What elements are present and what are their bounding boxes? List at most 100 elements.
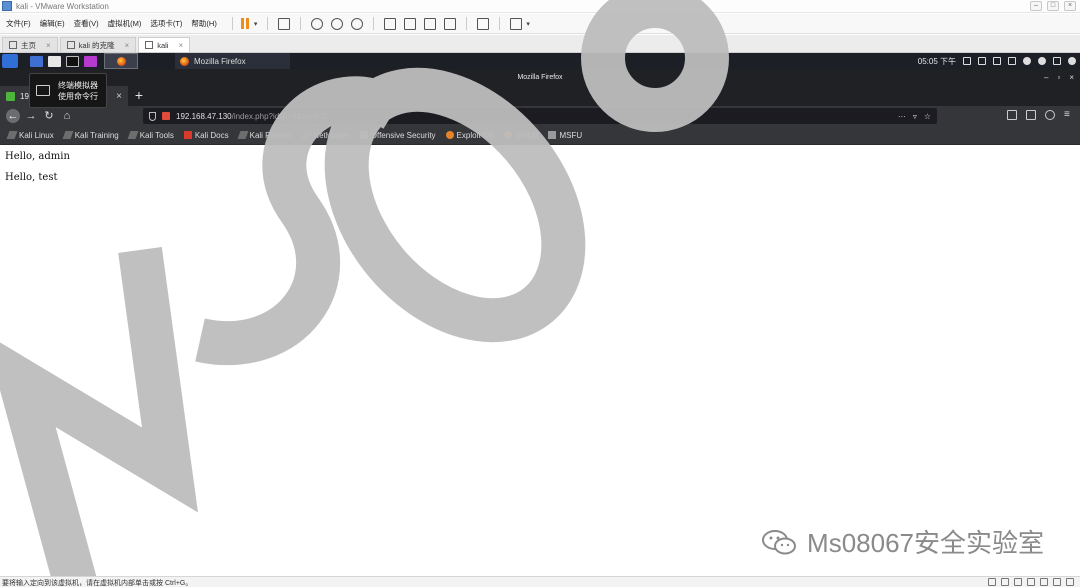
notification-icon[interactable]: [1023, 57, 1031, 65]
menu-tabs[interactable]: 选项卡(T): [150, 18, 182, 29]
close-icon[interactable]: ×: [1069, 69, 1074, 86]
show-desktop-icon[interactable]: [30, 55, 43, 67]
bookmark-kali-linux[interactable]: Kali Linux: [6, 131, 54, 140]
close-icon[interactable]: ×: [178, 41, 183, 50]
tab-kali[interactable]: kali ×: [138, 37, 191, 52]
pause-icon[interactable]: [240, 18, 251, 29]
display-icon[interactable]: [993, 57, 1001, 65]
send-keys-icon[interactable]: [278, 17, 291, 30]
snapshot-icon[interactable]: [311, 17, 324, 30]
stretch-guest-icon[interactable]: [510, 17, 523, 30]
bookmark-label: Kali Forums: [249, 130, 293, 140]
menu-file[interactable]: 文件(F): [6, 18, 31, 29]
stretch-dropdown-icon[interactable]: ▾: [526, 20, 530, 28]
volume-icon[interactable]: [1008, 57, 1016, 65]
menu-view[interactable]: 查看(V): [74, 18, 99, 29]
tab-home[interactable]: 主页 ×: [2, 37, 58, 52]
browser-launcher-icon[interactable]: [84, 55, 97, 67]
sidebar-icon[interactable]: [1026, 110, 1036, 120]
usb-icon[interactable]: [1027, 578, 1035, 586]
unity-icon[interactable]: [444, 17, 457, 30]
display-icon[interactable]: [1053, 578, 1061, 586]
bookmark-kali-docs[interactable]: Kali Docs: [183, 130, 229, 140]
url-text[interactable]: 192.168.47.130/index.php?ids[]=1&ids[]=2: [176, 112, 326, 121]
minimize-icon[interactable]: –: [1030, 1, 1042, 11]
tooltip-title: 终端模拟器: [58, 80, 98, 90]
firefox-launcher[interactable]: [104, 53, 138, 69]
tab-kali-clone[interactable]: kali 的克隆 ×: [59, 37, 137, 52]
lock-screen-icon[interactable]: [1053, 57, 1061, 65]
hamburger-menu-icon[interactable]: ≡: [1064, 110, 1074, 120]
back-icon[interactable]: ←: [6, 109, 20, 123]
toolbar-right-icons: ≡: [1007, 110, 1074, 120]
tracking-shield-icon[interactable]: [149, 111, 156, 121]
console-view-icon[interactable]: [477, 17, 490, 30]
power-icon[interactable]: [1038, 57, 1046, 65]
bookmark-nethunter[interactable]: NetHunter: [300, 131, 350, 140]
network-adapter-icon[interactable]: [1014, 578, 1022, 586]
firefox-title-bar: Mozilla Firefox – ▫ ×: [0, 69, 1080, 86]
bookmark-exploit-db[interactable]: Exploit-DB: [445, 131, 494, 140]
account-icon[interactable]: [1045, 110, 1055, 120]
thumbnail-bar-icon[interactable]: [404, 17, 417, 30]
close-icon[interactable]: ×: [46, 41, 51, 50]
taskbar-firefox-window[interactable]: Mozilla Firefox: [175, 53, 290, 69]
terminal-icon[interactable]: [66, 55, 79, 67]
greeting-line: Hello, test: [5, 172, 58, 183]
new-tab-icon[interactable]: +: [132, 86, 146, 106]
clock[interactable]: 05:05 下午: [918, 56, 956, 67]
minimize-icon[interactable]: –: [1044, 69, 1048, 86]
page-content: Hello, admin Hello, test: [0, 146, 1080, 576]
bookmark-kali-forums[interactable]: Kali Forums: [237, 130, 293, 140]
forward-icon[interactable]: →: [24, 109, 38, 123]
pocket-icon[interactable]: ▿: [913, 112, 917, 121]
maximize-icon[interactable]: ▫: [1057, 69, 1060, 86]
bookmark-label: Kali Docs: [194, 130, 229, 140]
close-icon[interactable]: ×: [1064, 1, 1076, 11]
close-icon[interactable]: ×: [125, 41, 130, 50]
maximize-icon[interactable]: □: [1047, 1, 1059, 11]
window-title: kali - VMware Workstation: [16, 1, 109, 11]
show-library-icon[interactable]: [384, 17, 397, 30]
hard-disk-icon[interactable]: [988, 578, 996, 586]
menu-edit[interactable]: 编辑(E): [40, 18, 65, 29]
bookmark-label: Kali Training: [74, 130, 119, 140]
kali-menu-icon[interactable]: [2, 54, 18, 68]
bookmark-ghdb[interactable]: GHDB: [504, 131, 538, 140]
msfu-icon: [548, 131, 557, 139]
page-actions-icon[interactable]: ···: [898, 112, 906, 121]
kali-dragon-icon: [237, 131, 249, 139]
workspace-icon[interactable]: [963, 57, 971, 65]
close-tab-icon[interactable]: ×: [116, 91, 122, 102]
home-icon[interactable]: ⌂: [60, 109, 74, 123]
bookmark-label: MSFU: [559, 130, 583, 140]
logout-icon[interactable]: [1068, 57, 1076, 65]
device-status-icons: [988, 578, 1074, 586]
url-bar[interactable]: 192.168.47.130/index.php?ids[]=1&ids[]=2…: [143, 108, 937, 124]
bookmark-kali-training[interactable]: Kali Training: [62, 130, 119, 140]
menu-vm[interactable]: 虚拟机(M): [108, 18, 142, 29]
bookmark-kali-tools[interactable]: Kali Tools: [127, 130, 174, 140]
bookmark-msfu[interactable]: MSFU: [548, 131, 582, 140]
fullscreen-icon[interactable]: [424, 17, 437, 30]
bookmark-star-icon[interactable]: ☆: [924, 112, 931, 121]
toolbar-separator: [499, 17, 501, 30]
message-log-icon[interactable]: [1066, 578, 1074, 586]
network-icon[interactable]: [978, 57, 986, 65]
pause-dropdown-icon[interactable]: ▾: [254, 20, 258, 28]
bookmark-offensive-security[interactable]: Offensive Security: [359, 131, 436, 140]
vmware-title-bar: kali - VMware Workstation – □ ×: [0, 0, 1080, 13]
snapshot-manager-icon[interactable]: [351, 17, 364, 30]
vmware-tab-bar: 主页 × kali 的克隆 × kali ×: [0, 35, 1080, 53]
file-manager-icon[interactable]: [48, 55, 61, 67]
sound-icon[interactable]: [1040, 578, 1048, 586]
firefox-icon: [180, 56, 189, 66]
reload-icon[interactable]: ↻: [42, 109, 56, 123]
site-info-icon[interactable]: [162, 112, 170, 120]
bookmark-label: Kali Tools: [139, 130, 174, 140]
menu-help[interactable]: 帮助(H): [191, 18, 216, 29]
library-icon[interactable]: [1007, 110, 1017, 120]
vm-icon: [145, 41, 154, 49]
cd-drive-icon[interactable]: [1001, 578, 1009, 586]
revert-snapshot-icon[interactable]: [331, 17, 344, 30]
